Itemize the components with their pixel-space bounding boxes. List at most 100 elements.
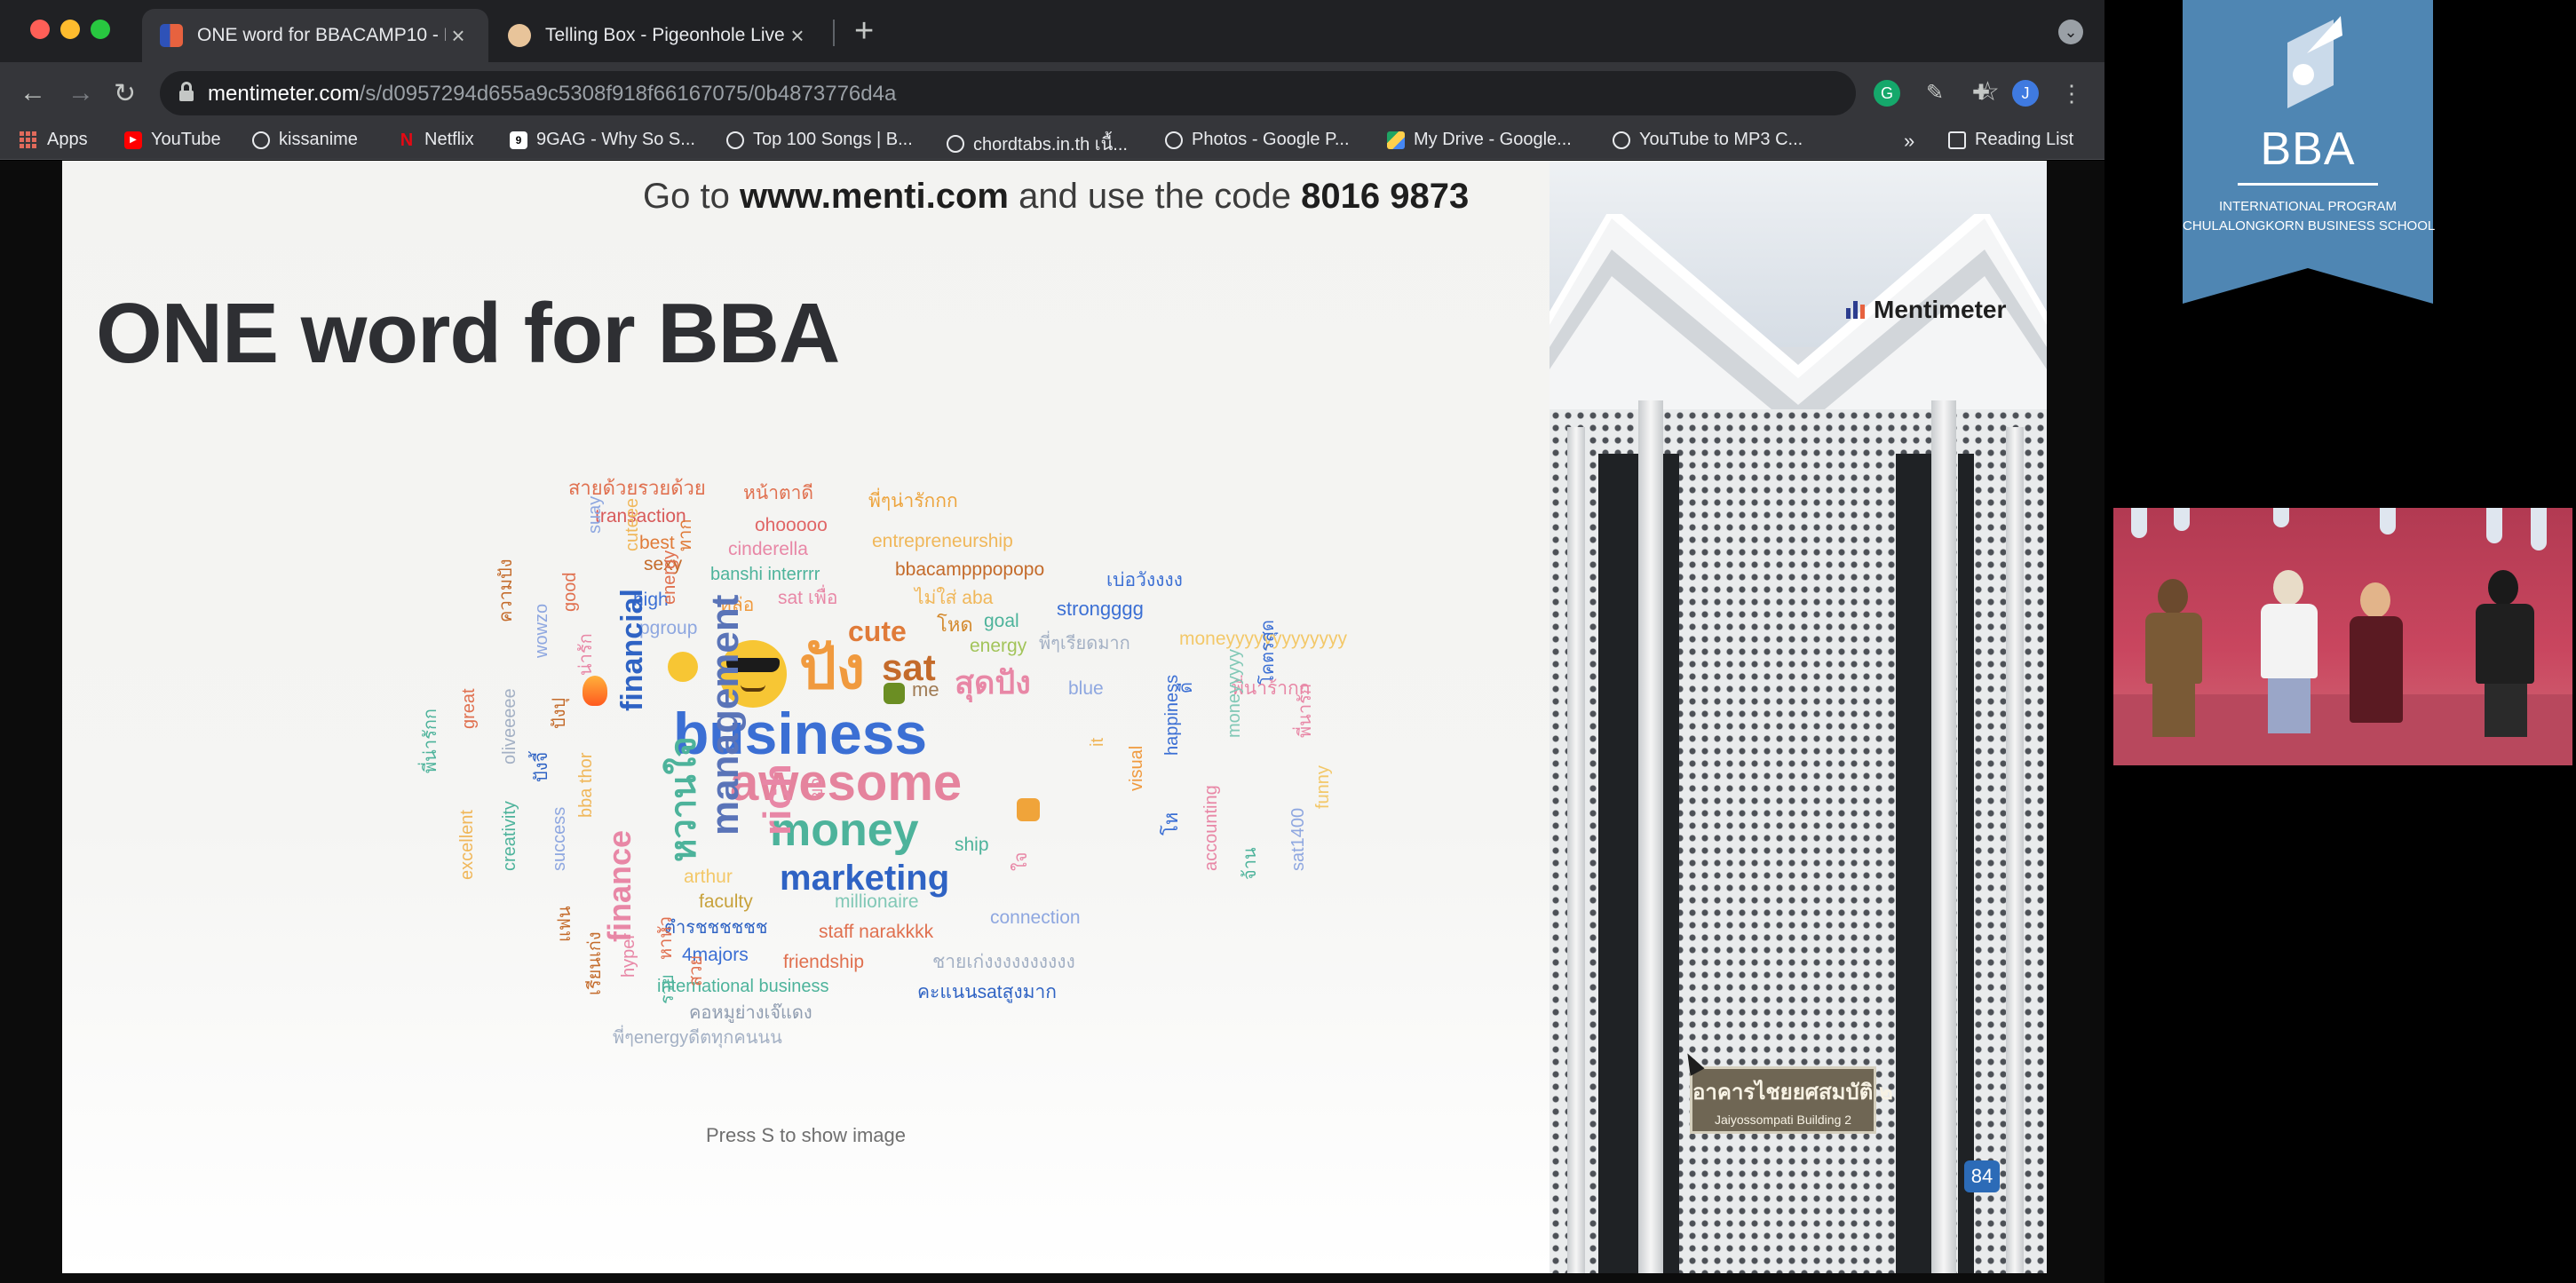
- word-cloud-word: wowzo: [532, 603, 551, 658]
- bookmark-top100[interactable]: Top 100 Songs | B...: [726, 130, 913, 150]
- decoration: [2486, 508, 2502, 543]
- word-cloud-word: ชายเก่งงงงงงงงงง: [932, 952, 1075, 972]
- word-cloud-word: แฟน: [555, 906, 575, 942]
- word-cloud-word: ปังปุ: [550, 697, 569, 729]
- heart-eyes-emoji-icon: [668, 652, 698, 682]
- bookmark-chordtabs[interactable]: chordtabs.in.th เนื้...: [947, 130, 1128, 158]
- word-cloud-word: ขอ: [807, 777, 827, 800]
- word-cloud-word: accounting: [1201, 785, 1221, 871]
- webcam-video-tile[interactable]: [2113, 508, 2572, 765]
- word-cloud-word: สุดปัง: [955, 664, 1031, 701]
- close-tab-icon[interactable]: ×: [785, 22, 810, 50]
- slide-counter-badge[interactable]: 84: [1964, 1160, 2000, 1192]
- word-cloud-word: cuteee: [622, 497, 642, 551]
- word-cloud-word: ohooooo: [755, 515, 828, 535]
- mentimeter-slide: Go to www.menti.com and use the code 801…: [62, 161, 1550, 1273]
- plaque-english: Jaiyossompati Building 2: [1714, 1113, 1852, 1127]
- word-cloud-word: oliveeeee: [500, 688, 519, 764]
- word-cloud-word: หวานใจ: [664, 736, 703, 862]
- word-cloud-word: banshi interrrr: [710, 565, 820, 584]
- press-s-hint: Press S to show image: [706, 1124, 906, 1146]
- netflix-icon: N: [400, 130, 414, 150]
- dark-window: [1896, 454, 1931, 1273]
- reload-icon[interactable]: ↻: [114, 78, 136, 109]
- word-cloud-word: friendship: [783, 952, 865, 972]
- word-cloud-word: เบ่อวังงงง: [1106, 570, 1183, 590]
- bookmarks-overflow-chevron-icon[interactable]: »: [1904, 130, 1914, 153]
- puzzle-extensions-icon[interactable]: ✚: [1968, 80, 1994, 107]
- word-cloud-word: staff narakkkk: [819, 922, 934, 942]
- bookmarks-bar: Apps ▶ YouTube kissanime N Netflix 9 9GA…: [0, 124, 2104, 160]
- mentimeter-logo: Mentimeter: [1846, 296, 2006, 324]
- window-maximize-button[interactable]: [91, 20, 110, 39]
- word-cloud-word: ปัง: [799, 635, 866, 701]
- decoration: [2174, 508, 2190, 531]
- decoration: [2380, 508, 2396, 535]
- word-cloud-word: creativity: [500, 801, 519, 871]
- tab-mentimeter[interactable]: ONE word for BBACAMP10 - M ×: [142, 9, 488, 62]
- reading-list-button[interactable]: Reading List: [1948, 130, 2073, 150]
- bookmark-google-drive[interactable]: My Drive - Google...: [1387, 130, 1572, 150]
- close-tab-icon[interactable]: ×: [446, 22, 471, 50]
- word-cloud-word: สายด้วยรวยด้วย: [568, 477, 706, 499]
- bookmark-apps[interactable]: Apps: [20, 130, 88, 150]
- dark-window: [1598, 454, 1638, 1273]
- word-cloud-word: ใจ: [1011, 851, 1031, 871]
- grammarly-extension-icon[interactable]: G: [1874, 80, 1900, 107]
- word-cloud-word: good: [560, 572, 580, 613]
- word-cloud-word: energy: [660, 550, 679, 605]
- screen: ONE word for BBACAMP10 - M × Telling Box…: [0, 0, 2576, 1283]
- pigeonhole-favicon-icon: [508, 24, 531, 47]
- word-cloud-word: arthur: [684, 867, 733, 887]
- fire-emoji-icon: [583, 676, 607, 706]
- word-cloud-word: millionaire: [835, 891, 919, 912]
- globe-icon: [252, 131, 270, 149]
- pen-extension-icon[interactable]: ✎: [1922, 80, 1948, 107]
- bookmark-9gag[interactable]: 9 9GAG - Why So S...: [510, 130, 695, 150]
- word-cloud: สายด้วยรวยด้วย หน้าตาดี พี่ๆน่ารักกก transa…: [62, 161, 1550, 1273]
- globe-icon: [726, 131, 744, 149]
- bookmark-label: chordtabs.in.th เนื้...: [973, 135, 1128, 154]
- url-text[interactable]: mentimeter.com/s/d0957294d655a9c5308f918…: [208, 82, 896, 107]
- new-tab-button[interactable]: +: [854, 12, 874, 51]
- word-cloud-word: moneyyyyy: [1225, 648, 1244, 738]
- word-cloud-word: cinderella: [728, 539, 808, 559]
- window-close-button[interactable]: [30, 20, 50, 39]
- word-cloud-word: marketing: [780, 859, 950, 898]
- kebab-menu-icon[interactable]: ⋮: [2058, 80, 2085, 107]
- word-cloud-word: ทาก: [676, 519, 695, 551]
- tab-search-icon[interactable]: ⌄: [2058, 20, 2083, 44]
- bookmark-label: kissanime: [279, 130, 358, 149]
- word-cloud-word: หน้าตาดี: [743, 483, 814, 503]
- word-cloud-word: sat เพื่อ: [778, 588, 838, 608]
- bookmark-youtube-mp3[interactable]: YouTube to MP3 C...: [1613, 130, 1803, 150]
- bookmark-google-photos[interactable]: Photos - Google P...: [1165, 130, 1350, 150]
- bookmark-youtube[interactable]: ▶ YouTube: [124, 130, 221, 150]
- word-cloud-word: ตำรชชชชชช: [664, 918, 768, 938]
- building-plaque: อาคารไชยยศสมบัติ ๒ Jaiyossompati Buildin…: [1690, 1066, 1893, 1134]
- pillar: [1567, 427, 1585, 1273]
- word-cloud-word: blue: [1068, 678, 1104, 699]
- building-photo: Mentimeter อาคารไชยยศสมบัติ ๒ Jaiyossomp…: [1550, 161, 2047, 1273]
- face-emoji-icon: [1017, 798, 1040, 821]
- google-drive-icon: [1387, 131, 1405, 149]
- forward-arrow-icon[interactable]: →: [67, 78, 94, 108]
- address-bar[interactable]: mentimeter.com/s/d0957294d655a9c5308f918…: [160, 71, 2000, 115]
- profile-avatar[interactable]: J: [2012, 80, 2039, 107]
- back-arrow-icon[interactable]: ←: [20, 78, 46, 108]
- word-cloud-word: พี่นารัก: [1296, 684, 1315, 738]
- word-cloud-word: คอหมูย่างเจ๊แดง: [689, 1003, 812, 1023]
- window-minimize-button[interactable]: [60, 20, 80, 39]
- tab-pigeonhole[interactable]: Telling Box - Pigeonhole Live ×: [490, 9, 828, 62]
- bookmark-netflix[interactable]: N Netflix: [398, 130, 474, 150]
- mentimeter-favicon-icon: [160, 24, 183, 47]
- decoration: [2531, 508, 2547, 550]
- bba-logo-overlay: BBA INTERNATIONAL PROGRAM CHULALONGKORN …: [2183, 0, 2435, 304]
- bookmark-kissanime[interactable]: kissanime: [252, 130, 358, 150]
- word-cloud-word: rich: [756, 764, 799, 836]
- word-cloud-word: bba thor: [576, 752, 596, 818]
- word-cloud-word: โคตรสุด: [1258, 619, 1278, 685]
- bba-divider: [2238, 183, 2378, 186]
- globe-icon: [1165, 131, 1183, 149]
- word-cloud-word: พี่ๆenergyดีตทุกคนนน: [613, 1028, 782, 1048]
